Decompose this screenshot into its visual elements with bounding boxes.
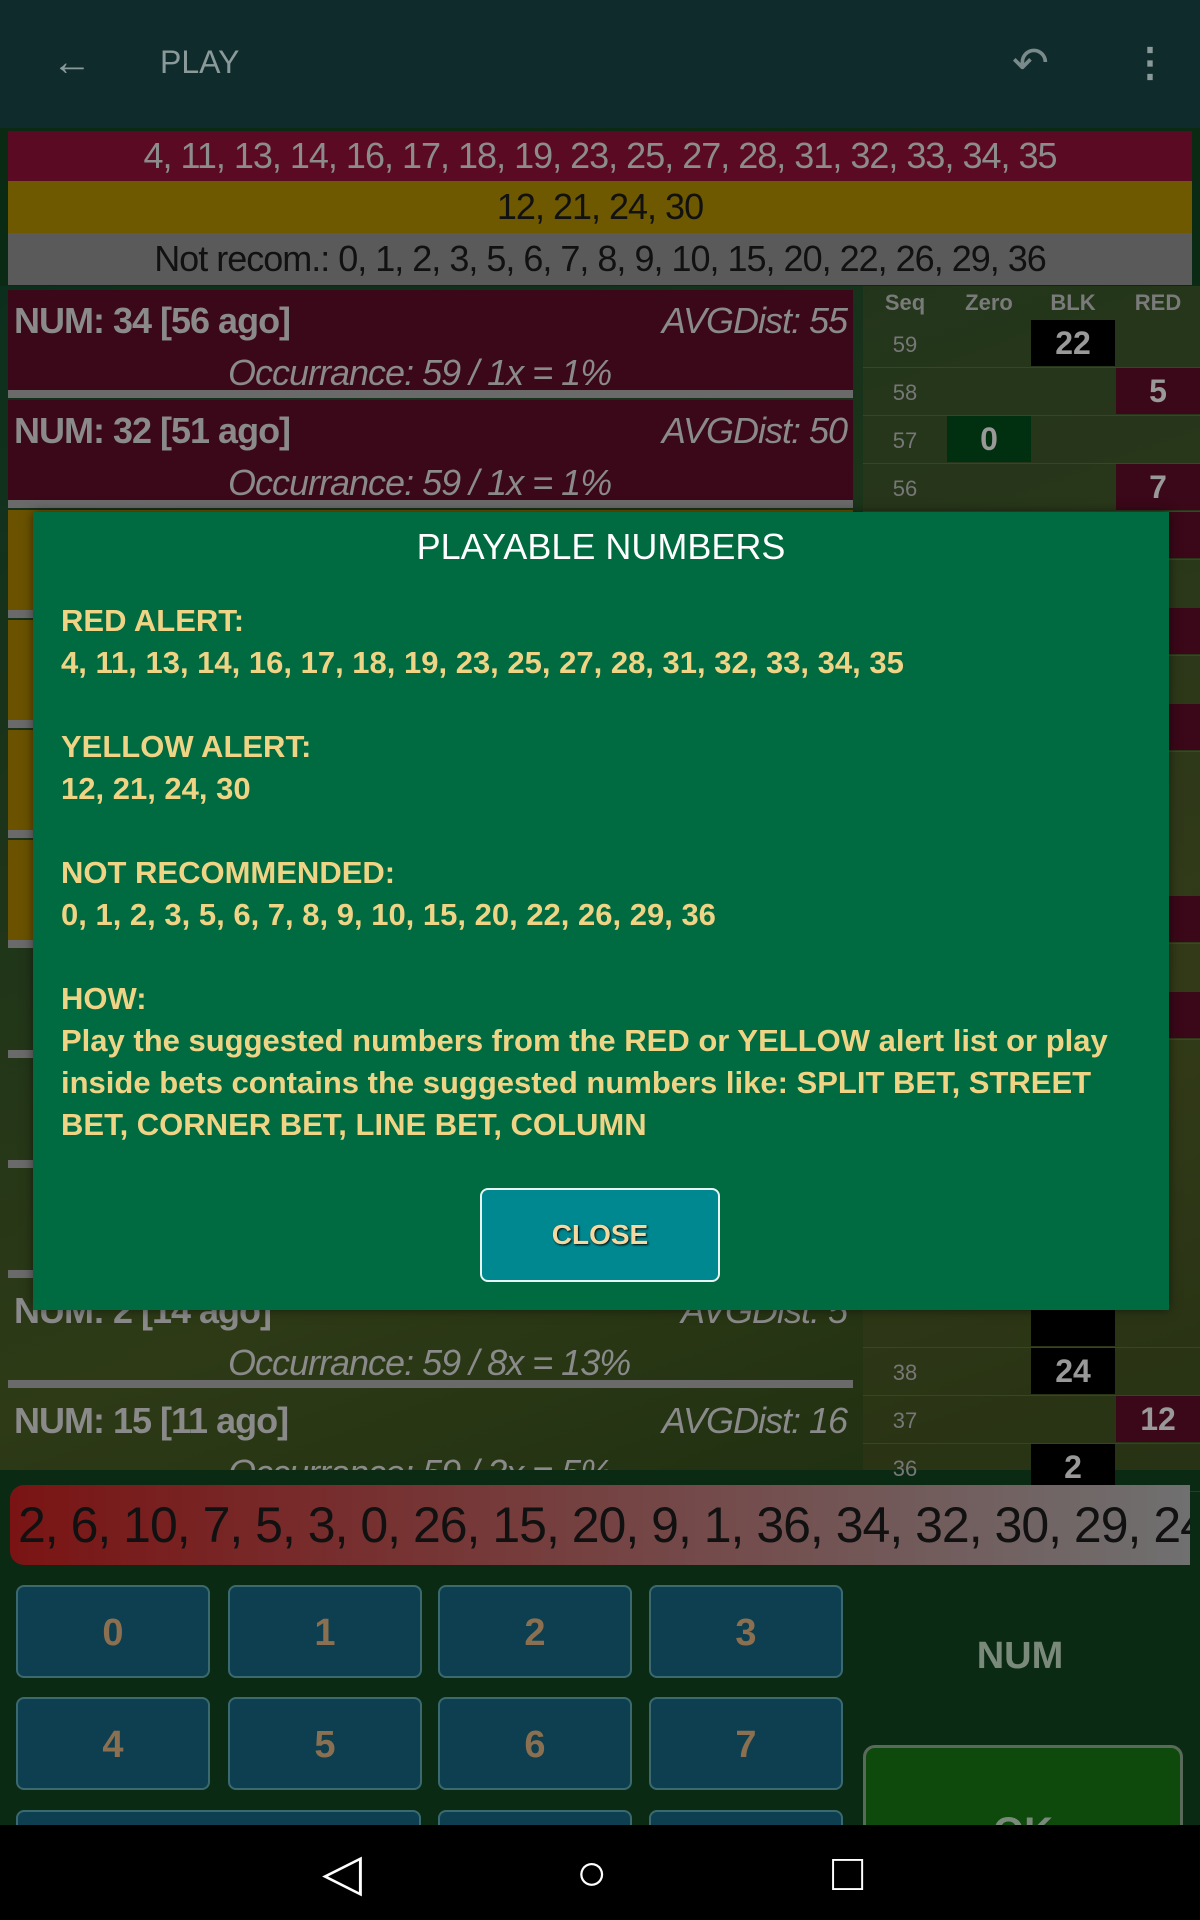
card-occurrence: Occurrance: 59 / 1x = 1% bbox=[228, 462, 612, 503]
header-seq: Seq bbox=[884, 290, 926, 315]
header-zero: Zero bbox=[965, 290, 1013, 315]
seq-cell: 57 bbox=[892, 428, 918, 453]
page-title: PLAY bbox=[160, 44, 240, 80]
seq-cell: 38 bbox=[892, 1360, 918, 1385]
blk-cell: 22 bbox=[1031, 320, 1115, 366]
key-3[interactable]: 3 bbox=[649, 1585, 843, 1678]
key-7[interactable]: 7 bbox=[649, 1697, 843, 1790]
arrow-back-icon[interactable]: ← bbox=[52, 40, 92, 85]
red-cell: 7 bbox=[1116, 464, 1200, 510]
table-row: 57 0 bbox=[863, 416, 1200, 464]
yellow-alert-label: YELLOW ALERT: bbox=[61, 729, 312, 764]
table-row: 38 24 bbox=[863, 1348, 1200, 1396]
how-text: Play the suggested numbers from the RED … bbox=[61, 1023, 1108, 1142]
key-6[interactable]: 6 bbox=[438, 1697, 632, 1790]
key-0[interactable]: 0 bbox=[16, 1585, 210, 1678]
more-vert-icon[interactable]: ⋮ bbox=[1130, 40, 1170, 86]
dialog-title: PLAYABLE NUMBERS bbox=[416, 526, 786, 567]
key-5[interactable]: 5 bbox=[228, 1697, 422, 1790]
undo-icon[interactable]: ↶ bbox=[1012, 38, 1049, 89]
not-recommended-band: Not recom.: 0, 1, 2, 3, 5, 6, 7, 8, 9, 1… bbox=[8, 233, 1192, 285]
table-row: 56 7 bbox=[863, 464, 1200, 512]
blk-cell: 2 bbox=[1031, 1444, 1115, 1490]
card-avgdist: AVGDist: 50 bbox=[661, 410, 848, 451]
card-num: NUM: 34 [56 ago] bbox=[14, 300, 291, 341]
table-row: 37 12 bbox=[863, 1396, 1200, 1444]
red-cell: 12 bbox=[1116, 1396, 1200, 1442]
list-item[interactable]: NUM: 32 [51 ago] AVGDist: 50 Occurrance:… bbox=[8, 400, 853, 508]
dialog-body: RED ALERT: 4, 11, 13, 14, 16, 17, 18, 19,… bbox=[61, 600, 1146, 1146]
playable-numbers-dialog: PLAYABLE NUMBERS RED ALERT: 4, 11, 13, 14… bbox=[33, 512, 1169, 1310]
seq-cell: 37 bbox=[892, 1408, 918, 1433]
nav-home-icon[interactable]: ○ bbox=[576, 1843, 607, 1903]
list-item[interactable]: NUM: 34 [56 ago] AVGDist: 55 Occurrance:… bbox=[8, 290, 853, 398]
red-alert-numbers: 4, 11, 13, 14, 16, 17, 18, 19, 23, 25, 2… bbox=[61, 645, 904, 680]
header-red: RED bbox=[1134, 290, 1182, 315]
blk-cell: 24 bbox=[1031, 1348, 1115, 1394]
card-avgdist: AVGDist: 55 bbox=[661, 300, 848, 341]
app-bar: ← PLAY ↶ ⋮ bbox=[0, 0, 1200, 128]
num-display: NUM bbox=[976, 1635, 1064, 1677]
card-avgdist: AVGDist: 16 bbox=[661, 1400, 848, 1441]
how-label: HOW: bbox=[61, 981, 147, 1016]
card-occurrence: Occurrance: 59 / 3x = 5% bbox=[228, 1452, 612, 1470]
card-occurrence: Occurrance: 59 / 1x = 1% bbox=[228, 352, 612, 393]
header-blk: BLK bbox=[1050, 290, 1096, 315]
yellow-alert-numbers: 12, 21, 24, 30 bbox=[61, 771, 251, 806]
seq-cell: 56 bbox=[892, 476, 918, 501]
red-cell: 5 bbox=[1116, 368, 1200, 414]
key-4[interactable]: 4 bbox=[16, 1697, 210, 1790]
system-nav-bar: ◁ ○ □ bbox=[0, 1825, 1200, 1920]
nav-recents-icon[interactable]: □ bbox=[832, 1843, 863, 1903]
key-2[interactable]: 2 bbox=[438, 1585, 632, 1678]
card-occurrence: Occurrance: 59 / 8x = 13% bbox=[228, 1342, 631, 1383]
close-button[interactable]: CLOSE bbox=[480, 1188, 720, 1282]
zero-cell: 0 bbox=[947, 416, 1031, 462]
key-1[interactable]: 1 bbox=[228, 1585, 422, 1678]
not-recommended-label: NOT RECOMMENDED: bbox=[61, 855, 396, 890]
seq-cell: 59 bbox=[892, 332, 918, 357]
yellow-alert-band: 12, 21, 24, 30 bbox=[8, 181, 1192, 233]
card-num: NUM: 15 [11 ago] bbox=[14, 1400, 289, 1441]
not-recommended-numbers: 0, 1, 2, 3, 5, 6, 7, 8, 9, 10, 15, 20, 2… bbox=[61, 897, 716, 932]
list-item[interactable]: NUM: 15 [11 ago] AVGDist: 16 Occurrance:… bbox=[8, 1390, 853, 1470]
seq-cell: 36 bbox=[892, 1456, 918, 1481]
card-num: NUM: 32 [51 ago] bbox=[14, 410, 291, 451]
seq-cell: 58 bbox=[892, 380, 918, 405]
red-alert-band: 4, 11, 13, 14, 16, 17, 18, 19, 23, 25, 2… bbox=[8, 131, 1192, 181]
red-alert-label: RED ALERT: bbox=[61, 603, 245, 638]
table-row: 59 22 bbox=[863, 320, 1200, 368]
nav-back-icon[interactable]: ◁ bbox=[322, 1843, 362, 1903]
table-row: 58 5 bbox=[863, 368, 1200, 416]
history-bar[interactable]: 2, 6, 10, 7, 5, 3, 0, 26, 15, 20, 9, 1, … bbox=[10, 1485, 1190, 1565]
